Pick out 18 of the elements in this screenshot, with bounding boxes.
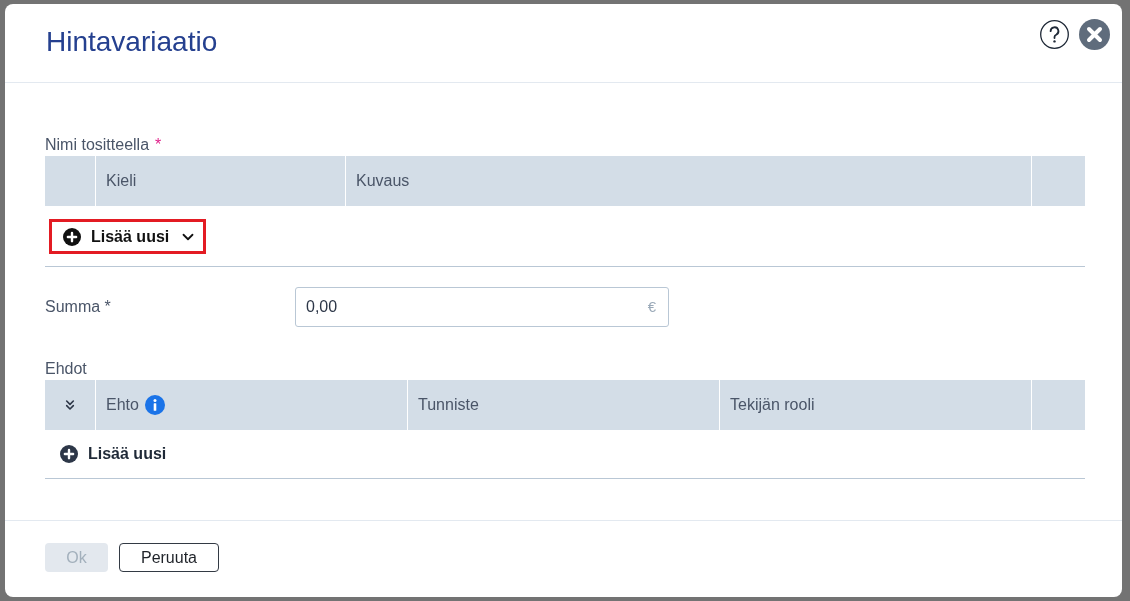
info-icon[interactable] (144, 395, 165, 415)
field-label: Summa * (45, 297, 111, 317)
cancel-button[interactable]: Peruuta (119, 543, 219, 572)
column-header: Kuvaus (356, 171, 410, 191)
amount-input[interactable]: 0,00 € (295, 287, 669, 327)
help-button[interactable] (1040, 20, 1069, 49)
column-header: Tekijän rooli (730, 395, 815, 415)
close-button[interactable] (1079, 19, 1110, 50)
plus-circle-icon (63, 227, 81, 246)
add-new-button[interactable]: Lisää uusi (49, 219, 207, 254)
plus-circle-icon (60, 445, 78, 463)
field-label: Nimi tositteella (45, 135, 150, 155)
column-header: Ehto (106, 395, 139, 415)
dialog-title: Hintavariaatio (46, 25, 218, 59)
required-mark: * (155, 135, 162, 155)
column-header: Kieli (106, 171, 137, 191)
section-label: Ehdot (45, 359, 87, 379)
column-header: Tunniste (418, 395, 479, 415)
